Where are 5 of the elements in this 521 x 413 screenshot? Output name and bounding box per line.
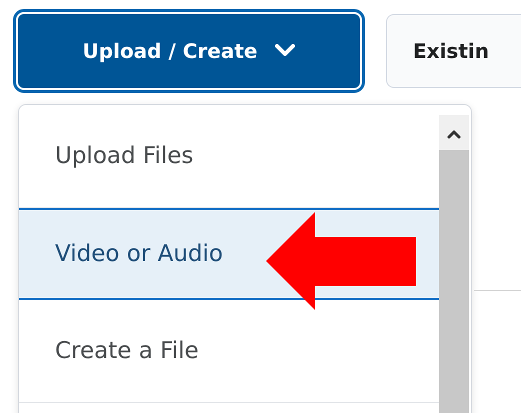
scrollbar[interactable]	[439, 115, 469, 413]
chevron-down-icon	[275, 44, 296, 58]
scroll-up-icon[interactable]	[447, 129, 461, 139]
upload-create-button[interactable]: Upload / Create	[16, 12, 362, 90]
existing-button[interactable]: Existin	[386, 14, 521, 88]
